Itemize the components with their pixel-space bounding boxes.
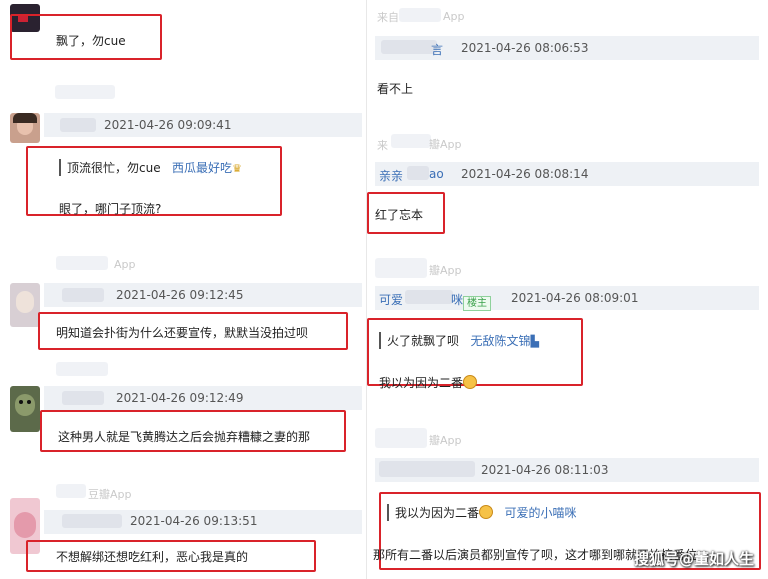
blurred-username [399, 8, 441, 22]
blurred-username [391, 134, 431, 148]
comment-text: 这种男人就是飞黄腾达之后会抛弃糟糠之妻的那 [58, 430, 311, 444]
source-label: 瓣App [429, 138, 462, 151]
username-suffix[interactable]: ao [429, 167, 444, 181]
source-label: App [114, 258, 136, 271]
blurred-username [56, 362, 108, 376]
username-suffix[interactable]: 言 [431, 41, 443, 58]
blurred-username [56, 484, 86, 498]
source-label: 瓣App [429, 434, 462, 447]
blurred-username [381, 40, 437, 54]
username-link[interactable]: 可爱 [379, 291, 403, 308]
smile-emoji-icon [479, 505, 494, 519]
comment-text: 飘了，勿cue [56, 34, 126, 48]
quote-text: 火了就飘了呗 [387, 334, 460, 348]
comment-timestamp: 2021-04-26 08:08:14 [461, 167, 589, 181]
blurred-username [375, 258, 427, 278]
quote-username-link[interactable]: 可爱的小喵咪 [504, 506, 576, 520]
comment-text: 不想解绑还想吃红利，恶心我是真的 [56, 550, 249, 564]
comment-timestamp: 2021-04-26 09:12:49 [116, 391, 244, 405]
comment-timestamp: 2021-04-26 09:09:41 [104, 118, 232, 132]
comment-timestamp: 2021-04-26 08:09:01 [511, 291, 639, 305]
blurred-username [379, 461, 475, 477]
quote-text: 我以为因为二番 [395, 506, 480, 520]
blurred-username [375, 428, 427, 448]
username-link[interactable]: 亲亲 [379, 167, 403, 184]
quoted-comment: 火了就飘了呗 无敌陈文锦▙ [379, 332, 539, 349]
right-column: 来自 App 言 2021-04-26 08:06:53 看不上 来 瓣App … [366, 0, 768, 579]
blurred-username [62, 391, 104, 405]
quoted-comment: 顶流很忙，勿cue 西瓜最好吃♛ [59, 159, 242, 176]
source-prefix: 来 [377, 139, 388, 152]
avatar[interactable] [10, 113, 40, 143]
reply-text: 我以为因为二番 [379, 374, 478, 391]
flag-icon: ▙ [530, 335, 539, 348]
crown-icon: ♛ [232, 162, 242, 175]
blurred-username [60, 118, 96, 132]
avatar[interactable] [10, 386, 40, 432]
username-suffix[interactable]: 咪 [451, 291, 463, 308]
op-badge: 楼主 [463, 291, 491, 311]
blurred-username [62, 514, 122, 528]
comment-timestamp: 2021-04-26 08:11:03 [481, 463, 609, 477]
source-label: 瓣App [429, 264, 462, 277]
quote-text: 顶流很忙，勿cue [67, 161, 161, 175]
avatar[interactable] [10, 283, 40, 327]
comment-text: 红了忘本 [375, 208, 424, 222]
source-prefix: 来自 [377, 11, 399, 24]
comment-text: 明知道会扑街为什么还要宣传，默默当没拍过呗 [56, 326, 309, 340]
comment-text: 看不上 [377, 82, 414, 96]
quoted-comment: 我以为因为二番 可爱的小喵咪 [387, 504, 576, 521]
comment-timestamp: 2021-04-26 08:06:53 [461, 41, 589, 55]
blurred-username [55, 85, 115, 99]
watermark: 搜狐号@董如人生 [633, 550, 754, 568]
comment-timestamp: 2021-04-26 09:13:51 [130, 514, 258, 528]
comment-timestamp: 2021-04-26 09:12:45 [116, 288, 244, 302]
blurred-username [56, 256, 108, 270]
blurred-username [405, 290, 453, 304]
left-column: 飘了，勿cue 2021-04-26 09:09:41 顶流很忙，勿cue 西瓜… [0, 0, 366, 579]
blurred-username [407, 166, 429, 180]
quote-username-link[interactable]: 西瓜最好吃 [172, 161, 232, 175]
smile-emoji-icon [463, 375, 478, 389]
quote-username-link[interactable]: 无敌陈文锦 [470, 334, 530, 348]
source-label: 豆瓣App [88, 488, 132, 501]
source-label: App [443, 10, 465, 23]
blurred-username [62, 288, 104, 302]
reply-text: 眼了，哪门子顶流? [59, 202, 162, 216]
